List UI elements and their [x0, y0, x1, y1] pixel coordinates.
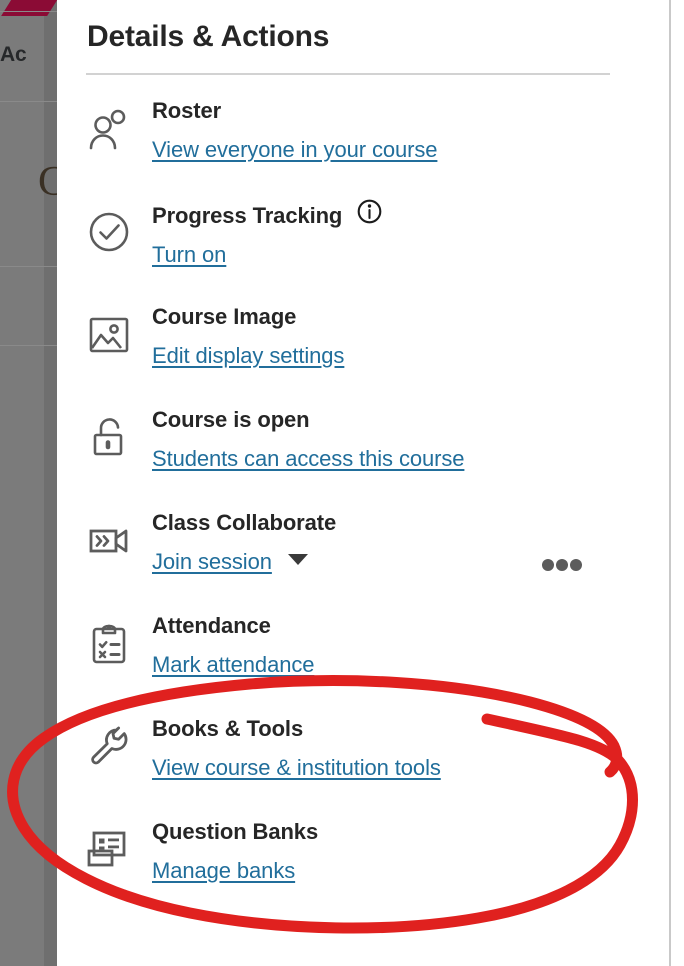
- detail-row-link-wrap: View course & institution tools: [152, 754, 660, 785]
- backdrop-rule: [0, 345, 57, 346]
- detail-row-body: Course Image Edit display settings: [152, 302, 660, 373]
- details-and-actions-panel: Details & Actions Roster View everyone i…: [57, 0, 670, 966]
- detail-row-label: Roster: [152, 98, 222, 123]
- dimmed-page-backdrop: Ac C: [0, 0, 57, 966]
- title-divider: [86, 73, 610, 75]
- detail-row-course-image[interactable]: Course Image Edit display settings: [57, 302, 670, 405]
- detail-row-link[interactable]: Manage banks: [152, 858, 295, 883]
- backdrop-partial-glyph: C: [38, 159, 57, 205]
- dot-icon: [542, 559, 554, 571]
- detail-row-link-wrap: Mark attendance: [152, 651, 660, 682]
- dot-icon: [556, 559, 568, 571]
- detail-row-body: Progress Tracking Turn on: [152, 199, 660, 272]
- detail-row-books-and-tools[interactable]: Books & Tools View course & institution …: [57, 714, 670, 817]
- people-icon: [86, 106, 132, 152]
- dot-icon: [570, 559, 582, 571]
- image-icon: [86, 312, 132, 358]
- detail-row-roster[interactable]: Roster View everyone in your course: [57, 96, 670, 199]
- detail-row-link[interactable]: Students can access this course: [152, 446, 465, 471]
- detail-row-label: Attendance: [152, 613, 271, 638]
- check-circle-icon: [86, 209, 132, 255]
- backdrop-rule: [0, 11, 57, 12]
- backdrop-partial-text: Ac: [0, 43, 27, 66]
- chevron-down-icon[interactable]: [288, 554, 309, 565]
- detail-row-body: Roster View everyone in your course: [152, 96, 660, 167]
- detail-row-link[interactable]: Edit display settings: [152, 343, 344, 368]
- detail-row-course-open[interactable]: Course is open Students can access this …: [57, 405, 670, 508]
- brand-mark: [1, 0, 57, 16]
- detail-row-progress-tracking[interactable]: Progress Tracking Turn on: [57, 199, 670, 302]
- panel-right-border: [669, 0, 671, 966]
- detail-row-label: Question Banks: [152, 819, 319, 844]
- wrench-icon: [86, 724, 132, 770]
- detail-row-link-wrap: Edit display settings: [152, 342, 660, 373]
- detail-row-link-wrap: View everyone in your course: [152, 136, 660, 167]
- detail-row-body: Question Banks Manage banks: [152, 817, 660, 888]
- page-title: Details & Actions: [87, 20, 330, 53]
- detail-row-link[interactable]: Turn on: [152, 242, 226, 267]
- unlock-icon: [86, 415, 132, 461]
- backdrop-rule: [0, 266, 57, 267]
- detail-row-label: Course Image: [152, 304, 297, 329]
- screen: Ac C Details & Actions Roster View every…: [0, 0, 684, 966]
- backdrop-column: [44, 0, 57, 966]
- card-list-icon: [86, 827, 132, 873]
- detail-row-link-wrap: Manage banks: [152, 857, 660, 888]
- detail-row-label: Books & Tools: [152, 716, 304, 741]
- more-options-button[interactable]: [540, 552, 584, 578]
- backdrop-rule: [0, 101, 57, 102]
- info-icon[interactable]: [357, 199, 382, 224]
- detail-row-label: Progress Tracking: [152, 202, 343, 228]
- detail-row-body: Books & Tools View course & institution …: [152, 714, 660, 785]
- detail-row-link[interactable]: Join session: [152, 549, 272, 574]
- detail-row-link-wrap: Turn on: [152, 241, 660, 272]
- detail-row-question-banks[interactable]: Question Banks Manage banks: [57, 817, 670, 920]
- detail-row-body: Course is open Students can access this …: [152, 405, 660, 476]
- detail-row-link[interactable]: View course & institution tools: [152, 755, 441, 780]
- detail-row-link-wrap: Students can access this course: [152, 445, 660, 476]
- detail-row-label: Course is open: [152, 407, 310, 432]
- details-list: Roster View everyone in your course Prog…: [57, 96, 670, 920]
- detail-row-label: Class Collaborate: [152, 510, 337, 535]
- video-camera-icon: [86, 518, 132, 564]
- detail-row-link[interactable]: View everyone in your course: [152, 137, 438, 162]
- detail-row-body: Attendance Mark attendance: [152, 611, 660, 682]
- clipboard-check-icon: [86, 621, 132, 667]
- detail-row-attendance[interactable]: Attendance Mark attendance: [57, 611, 670, 714]
- detail-row-link[interactable]: Mark attendance: [152, 652, 314, 677]
